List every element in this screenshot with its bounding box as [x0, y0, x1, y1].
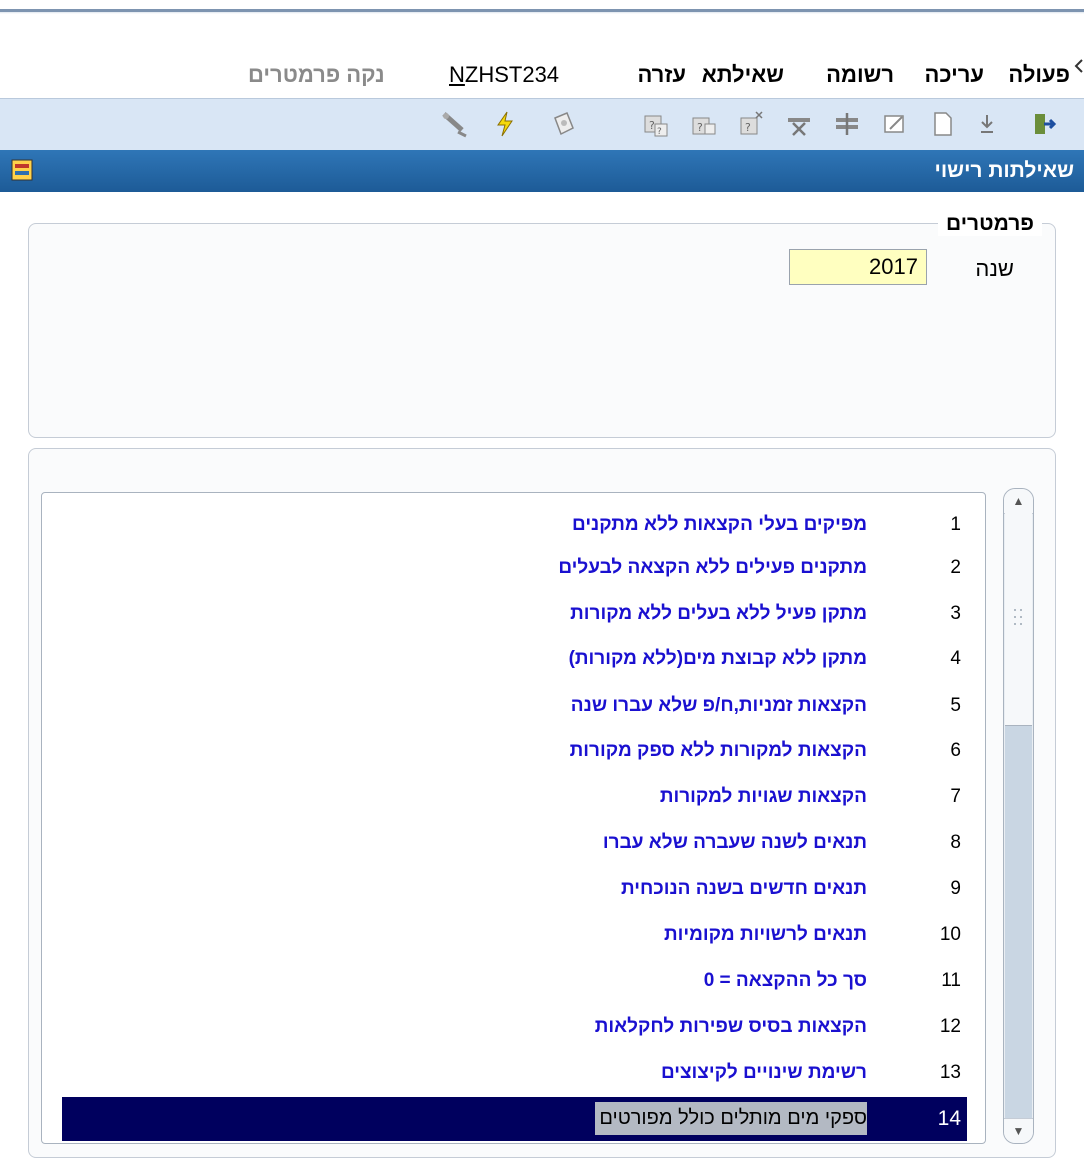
item-label: תנאים חדשים בשנה הנוכחית	[620, 878, 867, 899]
year-label: שנה	[975, 256, 1014, 281]
delete-row-icon[interactable]	[784, 109, 814, 139]
window-top-border	[0, 0, 1084, 14]
item-number: 4	[950, 648, 961, 669]
menu-bar: פעולה עריכה רשומה שאילתא עזרה NZHST234 נ…	[0, 52, 1084, 98]
grip-icon	[1014, 609, 1022, 625]
new-record-icon[interactable]	[928, 109, 958, 139]
item-number: 8	[950, 832, 961, 853]
tools-icon[interactable]	[440, 109, 470, 139]
download-icon[interactable]	[972, 109, 1002, 139]
item-number: 5	[950, 695, 961, 716]
menu-action[interactable]: פעולה	[1008, 52, 1070, 98]
scroll-track[interactable]	[1005, 726, 1032, 1118]
list-item[interactable]: 7 הקצאות שגויות למקורות	[62, 779, 967, 814]
list-item[interactable]: 4 מתקן ללא קבוצת מים(ללא מקורות)	[62, 641, 967, 676]
item-label: מתקן ללא קבוצת מים(ללא מקורות)	[568, 648, 867, 669]
item-label: סך כל ההקצאה = 0	[703, 970, 867, 991]
list-item[interactable]: 5 הקצאות זמניות,ח/פ שלא עברו שנה	[62, 688, 967, 723]
item-number: 13	[939, 1062, 961, 1083]
item-label: הקצאות למקורות ללא ספק מקורות	[569, 740, 867, 761]
svg-text:?: ?	[649, 119, 655, 132]
list-item[interactable]: 12 הקצאות בסיס שפירות לחקלאות	[62, 1009, 967, 1044]
list-item[interactable]: 8 תנאים לשנה שעברה שלא עברו	[62, 825, 967, 860]
item-number: 6	[950, 740, 961, 761]
item-number: 2	[950, 557, 961, 578]
item-number: 9	[950, 878, 961, 899]
save-icon[interactable]	[548, 109, 578, 139]
toolbar: ? ? ??	[0, 98, 1084, 152]
item-number: 14	[937, 1107, 961, 1130]
query-delete-icon[interactable]: ?	[736, 109, 766, 139]
item-number: 3	[950, 603, 961, 624]
item-number: 10	[939, 924, 961, 945]
list-item-selected[interactable]: 14 ספקי מים מותלים כולל מפורטים	[62, 1097, 967, 1141]
item-label: מתקן פעיל ללא בעלים ללא מקורות	[570, 603, 867, 624]
item-label: רשימת שינויים לקיצוצים	[660, 1062, 867, 1083]
item-label: תנאים לרשויות מקומיות	[664, 924, 867, 945]
year-input[interactable]: 2017	[789, 249, 927, 285]
list-item[interactable]: 9 תנאים חדשים בשנה הנוכחית	[62, 871, 967, 906]
item-label: הקצאות בסיס שפירות לחקלאות	[594, 1016, 867, 1037]
item-label: הקצאות שגויות למקורות	[659, 786, 867, 807]
lightning-icon[interactable]	[490, 109, 520, 139]
insert-row-icon[interactable]	[832, 109, 862, 139]
item-number: 1	[950, 514, 961, 535]
item-label: הקצאות זמניות,ח/פ שלא עברו שנה	[570, 695, 867, 716]
parameters-legend: פרמטרים	[938, 212, 1042, 236]
item-label: תנאים לשנה שעברה שלא עברו	[602, 832, 867, 853]
list-item[interactable]: 3 מתקן פעיל ללא בעלים ללא מקורות	[62, 596, 967, 631]
menu-overflow-icon[interactable]	[1074, 58, 1084, 74]
svg-text:?: ?	[697, 121, 703, 134]
menu-edit[interactable]: עריכה	[924, 52, 984, 98]
form-name: NZHST234	[449, 62, 560, 87]
exit-icon[interactable]	[1030, 109, 1060, 139]
app-icon[interactable]	[10, 158, 34, 182]
item-label: מתקנים פעילים ללא הקצאה לבעלים	[558, 557, 867, 578]
menu-help[interactable]: עזרה	[637, 52, 686, 98]
clear-params-menu[interactable]: נקה פרמטרים	[248, 52, 385, 98]
list-scrollbar[interactable]: ▲ ▼	[1003, 488, 1034, 1144]
menu-query[interactable]: שאילתא	[702, 52, 784, 98]
list-item[interactable]: 6 הקצאות למקורות ללא ספק מקורות	[62, 733, 967, 768]
list-item[interactable]: 2 מתקנים פעילים ללא הקצאה לבעלים	[62, 550, 967, 585]
item-number: 12	[939, 1016, 961, 1037]
item-number: 7	[950, 786, 961, 807]
scroll-up-icon[interactable]: ▲	[1004, 489, 1033, 514]
menu-record[interactable]: רשומה	[826, 52, 894, 98]
window-title: שאילתות רישוי	[934, 159, 1075, 182]
list-item[interactable]: 10 תנאים לרשויות מקומיות	[62, 917, 967, 952]
list-item[interactable]: 11 סך כל ההקצאה = 0	[62, 963, 967, 998]
svg-text:?: ?	[657, 127, 662, 137]
list-item[interactable]: 13 רשימת שינויים לקיצוצים	[62, 1055, 967, 1090]
window-title-bar: שאילתות רישוי	[0, 150, 1084, 193]
edit-icon[interactable]	[880, 109, 910, 139]
item-label: ספקי מים מותלים כולל מפורטים	[595, 1102, 867, 1135]
query-list	[41, 492, 986, 1144]
scroll-down-icon[interactable]: ▼	[1004, 1118, 1033, 1143]
svg-text:?: ?	[745, 121, 751, 134]
item-number: 11	[941, 970, 961, 991]
query-icon[interactable]: ?	[688, 109, 718, 139]
query-run-icon[interactable]: ??	[640, 109, 670, 139]
item-label: מפיקים בעלי הקצאות ללא מתקנים	[572, 514, 867, 535]
list-item[interactable]: 1 מפיקים בעלי הקצאות ללא מתקנים	[62, 507, 967, 542]
